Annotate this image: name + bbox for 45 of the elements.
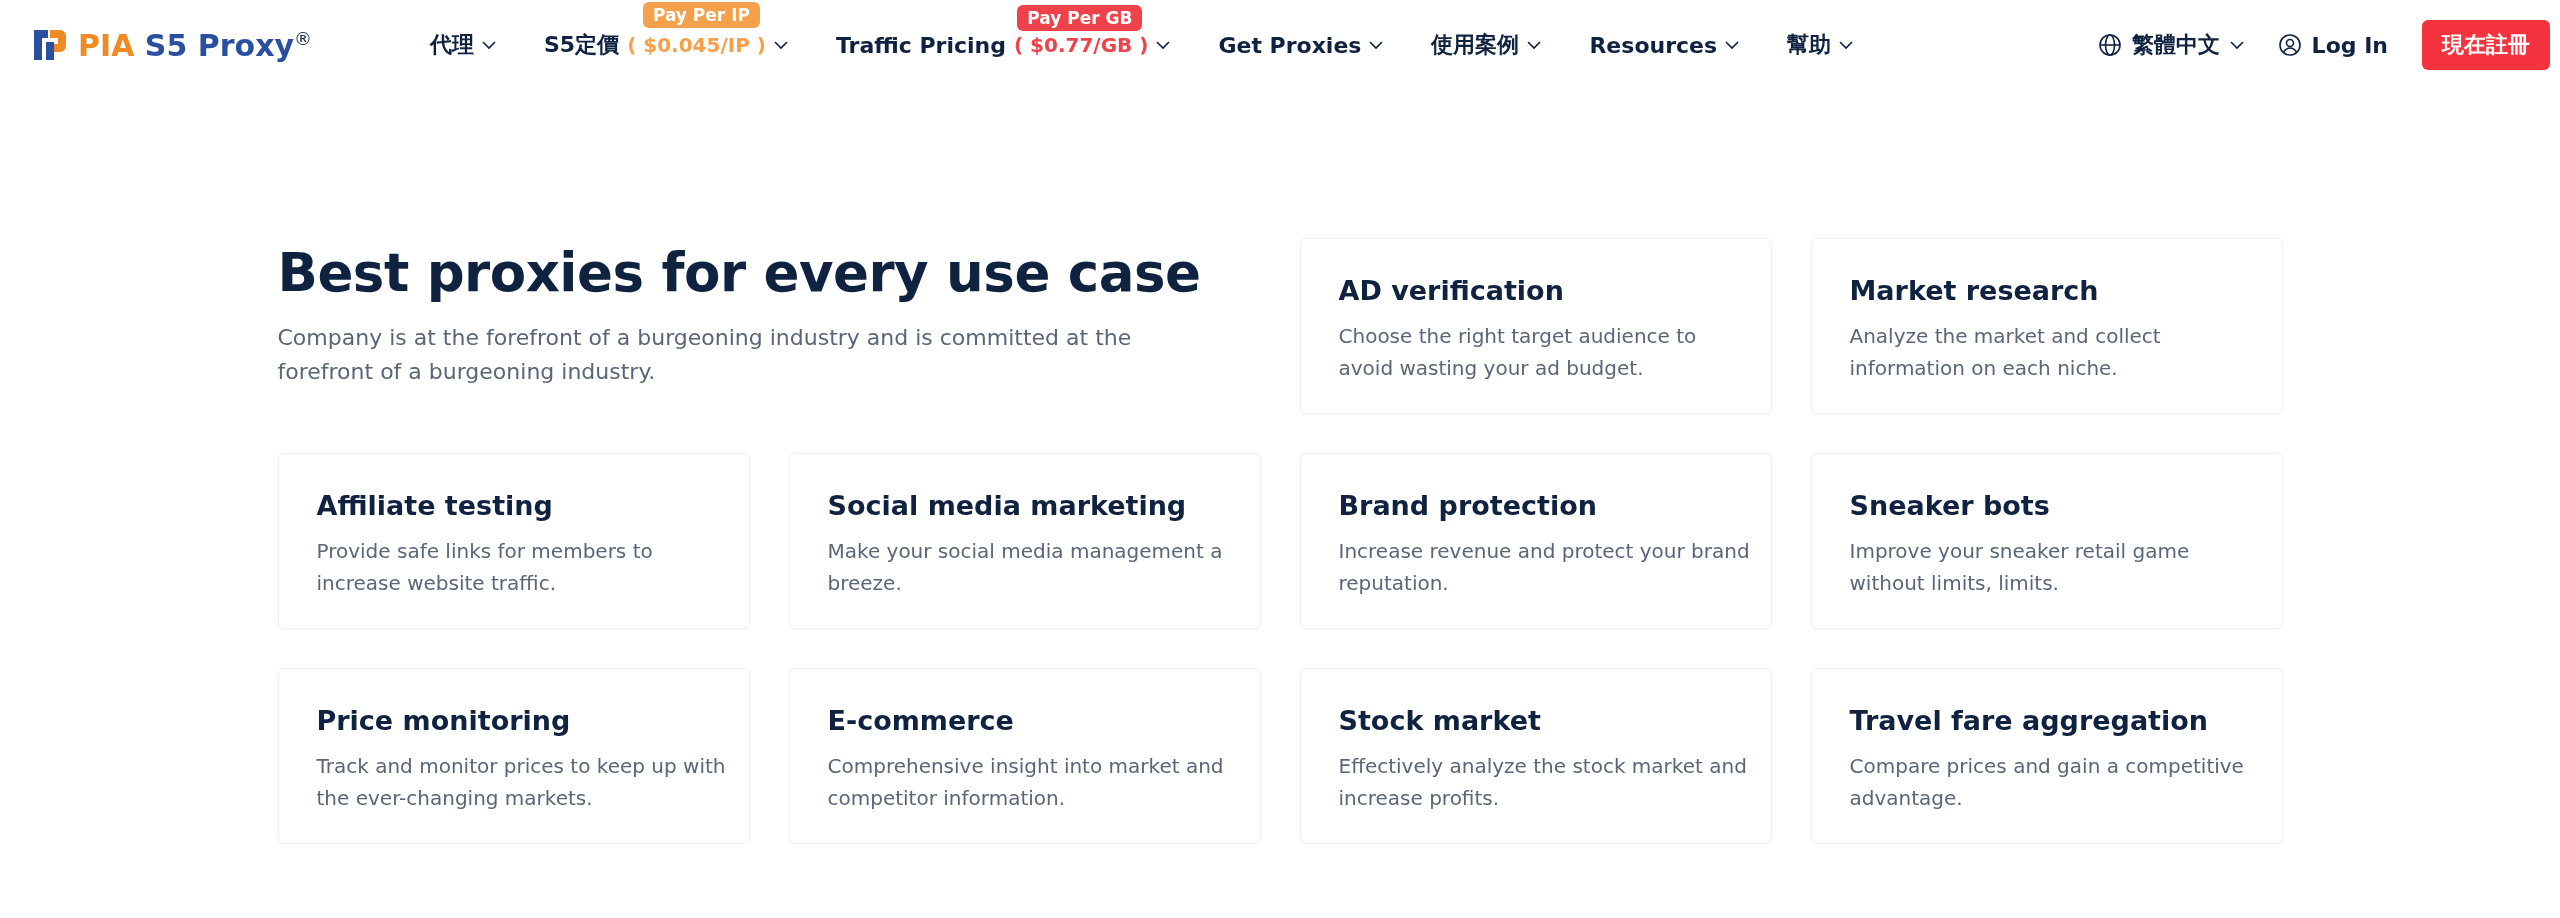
card-description: Make your social media management a breeze. [827,538,1224,597]
card-description: Increase revenue and protect your brand reputation. [1338,538,1751,597]
chevron-down-icon [773,40,788,50]
section-description: Company is at the forefront of a burgeoning industry and is committed at the forefront of a burgeoning industry. [277,324,1133,386]
chevron-down-icon [1156,40,1171,50]
language-selector[interactable]: 繁體中文 [2097,30,2244,60]
card-description: Choose the right target audience to avoid wasting your ad budget. [1338,323,1698,382]
card-title: E-commerce [827,705,1015,736]
card-description: Compare prices and gain a competitive advantage. [1849,753,2245,812]
card-title: Stock market [1338,705,1542,736]
card-title: Brand protection [1338,490,1598,521]
price-label: ( $0.045/IP ) [627,33,766,57]
globe-icon [2097,33,2122,57]
card-description: Improve your sneaker retail game without limits, limits. [1849,538,2191,597]
card-title: Price monitoring [316,705,572,736]
card-description: Effectively analyze the stock market and increase profits. [1338,753,1748,812]
card-title: Social media marketing [827,490,1188,521]
card-description: Track and monitor prices to keep up with the ever-changing markets. [316,753,727,812]
price-label: ( $0.77/GB ) [1014,33,1149,57]
logo-text[interactable]: PIA S5 Proxy$^{®}$ [78,27,313,63]
card-title: AD verification [1338,275,1565,306]
signup-button[interactable]: 現在註冊 [2422,20,2550,70]
card-title: Travel fare aggregation [1849,705,2210,736]
nav-item[interactable]: 使用案例 [1431,30,1542,60]
section-title: Best proxies for every use case [277,242,1202,303]
login-link[interactable]: Log In [2277,32,2388,58]
chevron-down-icon [482,40,496,50]
chevron-down-icon [1725,40,1740,50]
card-description: Comprehensive insight into market and competitor information. [827,753,1225,812]
chevron-down-icon [2229,40,2244,50]
nav-item[interactable]: Get Proxies [1218,32,1384,58]
nav-item[interactable]: 幫助 [1787,30,1854,60]
card-title: Affiliate testing [316,490,554,521]
nav-item[interactable]: 代理 [430,30,496,60]
card-description: Analyze the market and collect information on each niche. [1849,323,2162,382]
card-description: Provide safe links for members to increase website traffic. [316,538,654,597]
card-title: Sneaker bots [1849,490,2051,521]
chevron-down-icon [1839,40,1854,50]
chevron-down-icon [1527,40,1542,50]
nav-item[interactable]: Resources [1589,32,1740,58]
chevron-down-icon [1369,40,1384,50]
pricing-badge: Pay Per IP [642,2,760,28]
user-icon [2277,33,2302,57]
card-title: Market research [1849,275,2100,306]
pricing-badge: Pay Per GB [1017,4,1143,31]
